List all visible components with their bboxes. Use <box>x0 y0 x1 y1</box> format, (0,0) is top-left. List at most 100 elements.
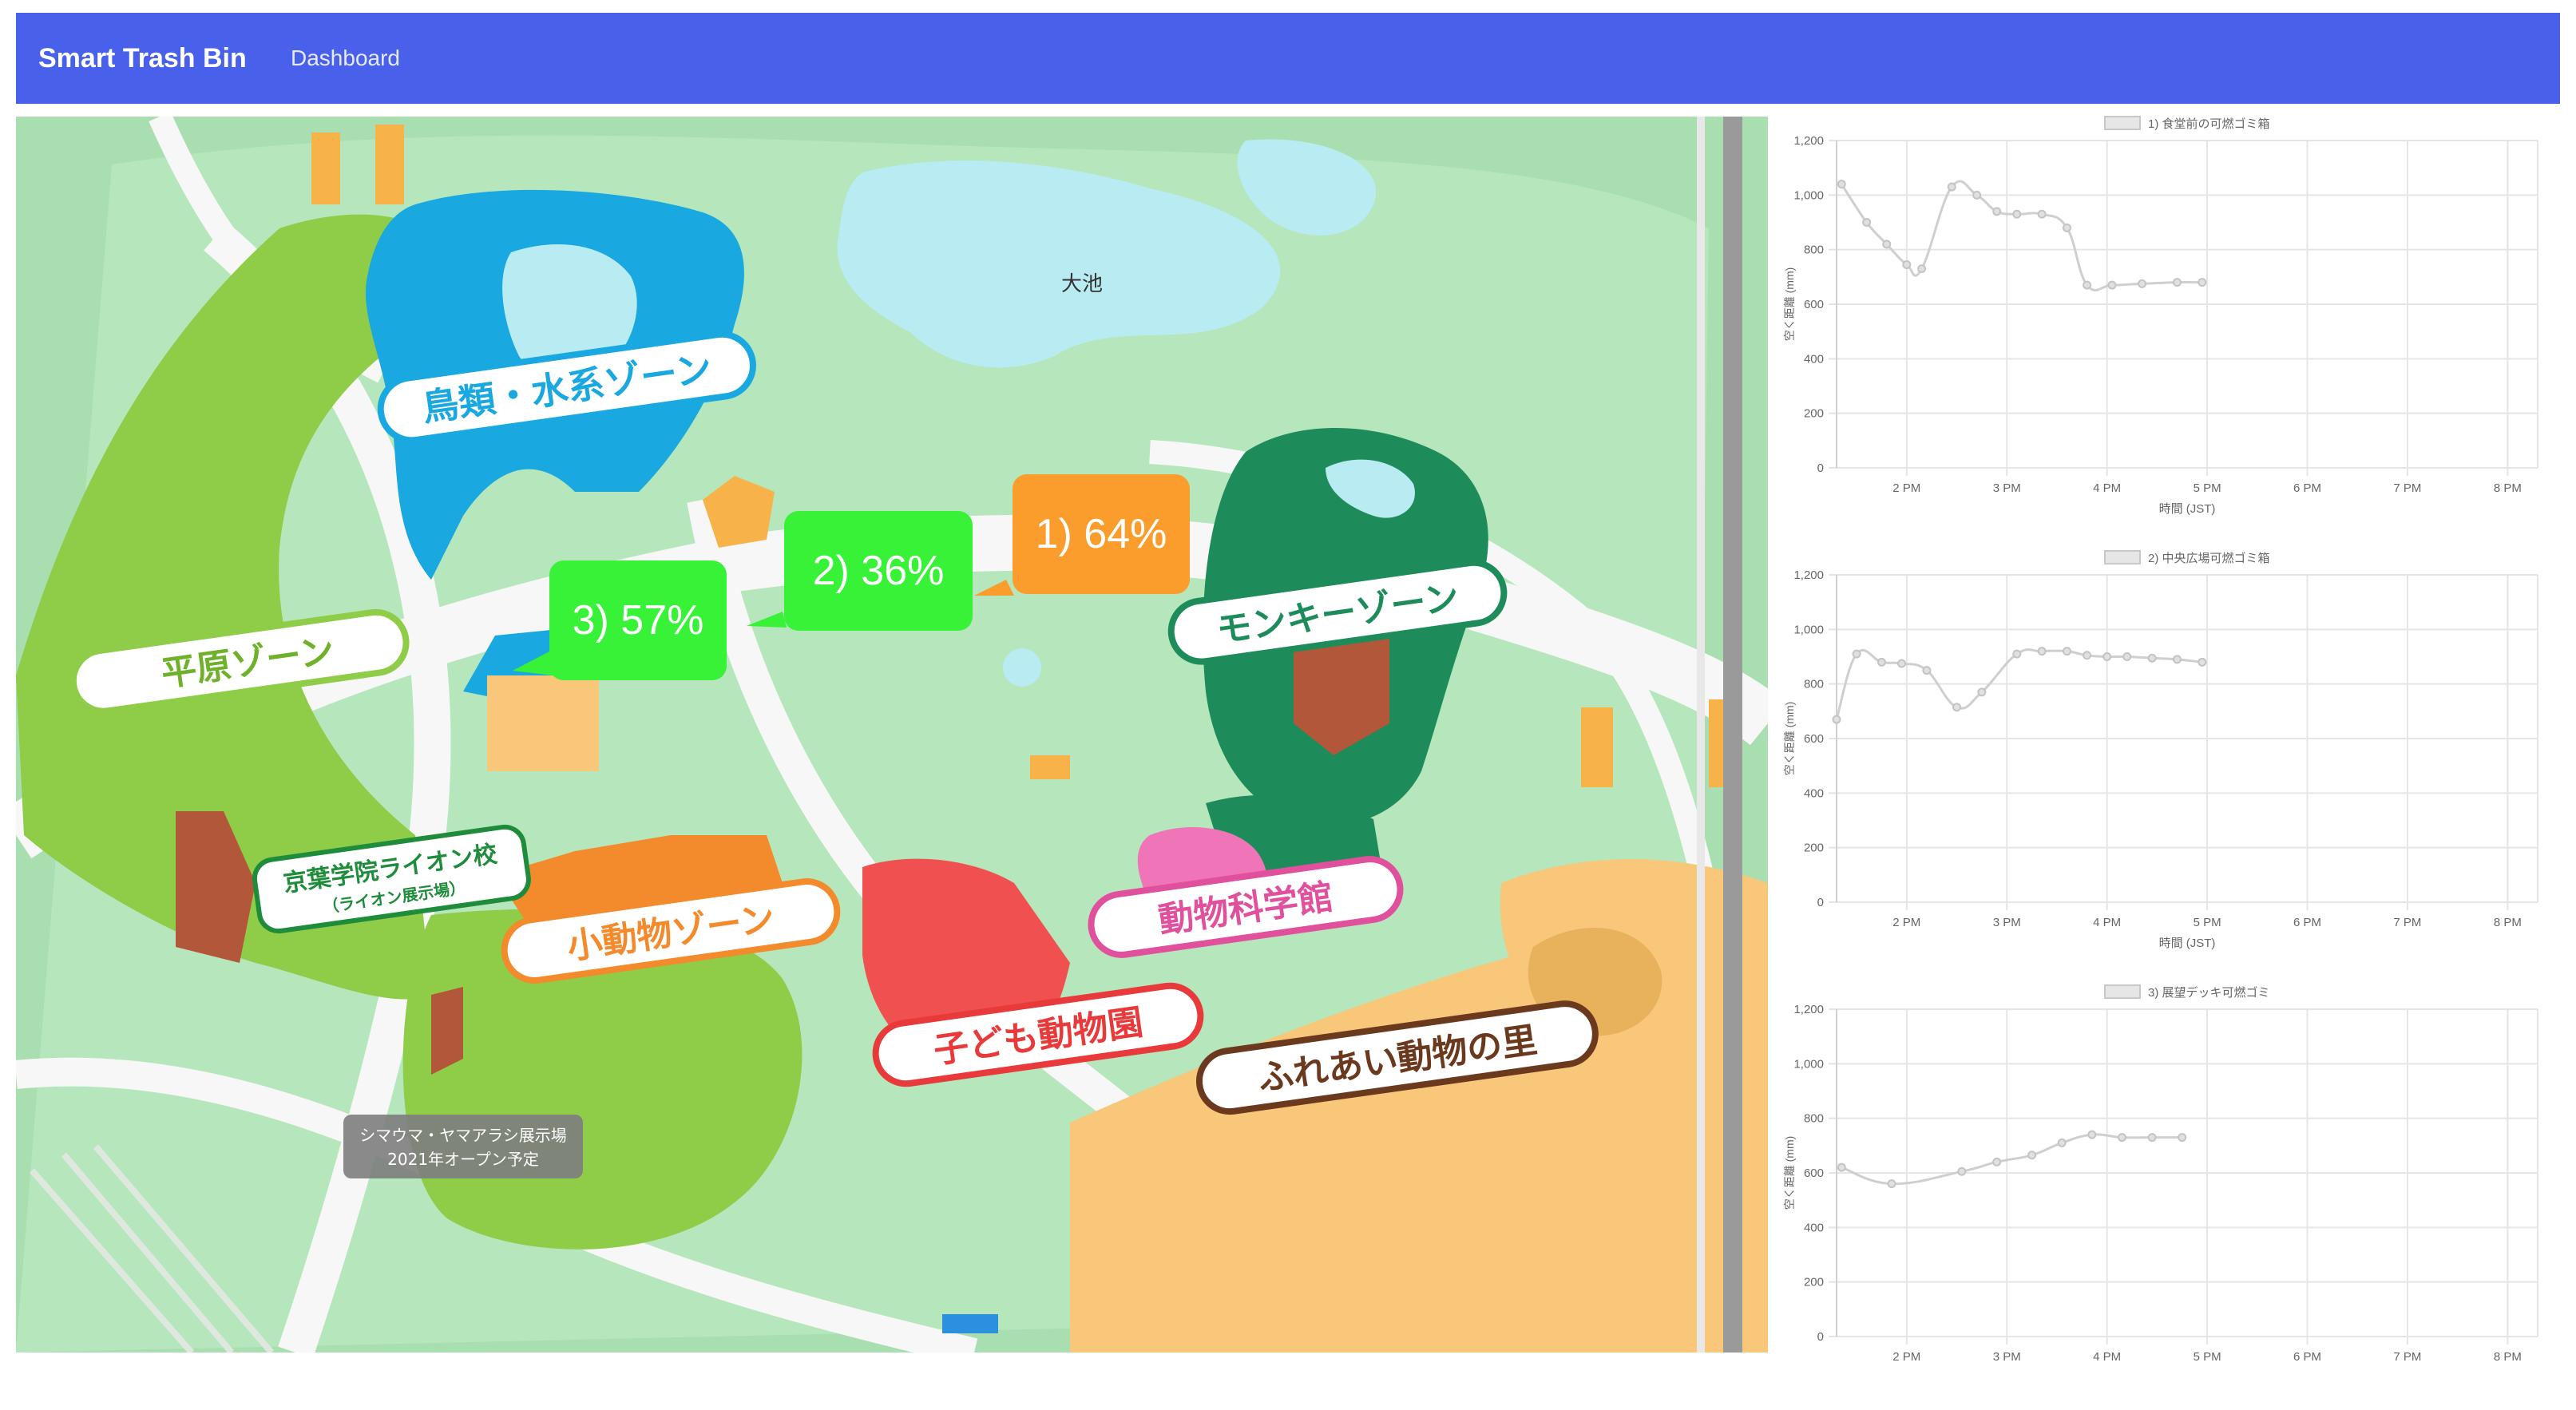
legend-label[interactable]: 3) 展望デッキ可燃ゴミ <box>2148 985 2270 1000</box>
chart-panel-2: 2) 中央広場可燃ゴミ箱 0 200 400 600 800 1,000 1,200 2 PM 3… <box>1770 545 2560 976</box>
y-tick-label: 400 <box>1804 786 1824 800</box>
data-point[interactable] <box>2083 651 2092 660</box>
x-axis-title: 時間 (JST) <box>2159 502 2216 516</box>
data-point[interactable] <box>2037 647 2047 656</box>
y-tick-label: 1,200 <box>1793 1003 1824 1016</box>
data-point[interactable] <box>2172 278 2182 287</box>
y-tick-label: 200 <box>1804 1276 1824 1289</box>
data-point[interactable] <box>1852 649 1861 659</box>
data-point[interactable] <box>1877 657 1886 667</box>
legend-swatch[interactable] <box>2104 116 2141 130</box>
x-tick-label: 3 PM <box>1993 481 2021 495</box>
y-tick-label: 1,000 <box>1793 188 1824 202</box>
data-point[interactable] <box>1882 240 1892 249</box>
data-point[interactable] <box>1862 218 1872 227</box>
data-point[interactable] <box>2062 647 2071 656</box>
data-point[interactable] <box>2117 1133 2126 1143</box>
data-point[interactable] <box>1977 687 1987 697</box>
x-tick-label: 7 PM <box>2393 916 2421 929</box>
data-point[interactable] <box>2198 657 2207 667</box>
charts-column: 1) 食堂前の可燃ゴミ箱 0 200 400 600 800 1,000 1,200 2 PM 3… <box>1770 110 2560 1364</box>
x-tick-label: 2 PM <box>1892 1350 1920 1364</box>
x-tick-label: 6 PM <box>2293 481 2321 495</box>
data-point[interactable] <box>1887 1179 1896 1189</box>
legend-label[interactable]: 1) 食堂前の可燃ゴミ箱 <box>2148 117 2270 131</box>
series-line <box>1841 1133 2182 1186</box>
data-point[interactable] <box>2083 280 2092 290</box>
data-point[interactable] <box>2172 655 2182 664</box>
data-point[interactable] <box>2087 1130 2097 1139</box>
line-chart-2: 2) 中央広場可燃ゴミ箱 0 200 400 600 800 1,000 1,200 2 PM 3… <box>1783 550 2538 950</box>
data-point[interactable] <box>2122 652 2132 661</box>
y-tick-label: 400 <box>1804 1221 1824 1234</box>
nav-dashboard-link[interactable]: Dashboard <box>291 13 400 104</box>
data-point[interactable] <box>1897 659 1907 668</box>
data-point[interactable] <box>2198 278 2207 287</box>
x-tick-label: 5 PM <box>2194 1350 2221 1364</box>
data-point[interactable] <box>2147 653 2157 663</box>
x-tick-label: 2 PM <box>1892 481 1920 495</box>
data-point[interactable] <box>1947 182 1956 192</box>
data-point[interactable] <box>1992 207 2002 216</box>
x-tick-label: 5 PM <box>2194 916 2221 929</box>
data-point[interactable] <box>1837 1162 1846 1172</box>
data-point[interactable] <box>2107 280 2117 290</box>
y-tick-label: 1,200 <box>1793 568 1824 582</box>
zoo-map: 大池 鳥類・水系ゾーン 平原ゾーン モンキーゾーン 京葉学院ライオン校 （ライオ… <box>16 117 1768 1353</box>
x-tick-label: 3 PM <box>1993 1350 2021 1364</box>
navbar: Smart Trash Bin Dashboard <box>16 13 2560 104</box>
data-point[interactable] <box>2027 1151 2037 1160</box>
line-chart-3: 3) 展望デッキ可燃ゴミ 0 200 400 600 800 1,000 1,200 2 PM 3… <box>1783 984 2538 1364</box>
legend-swatch[interactable] <box>2104 550 2141 564</box>
y-tick-label: 0 <box>1817 461 1824 475</box>
x-tick-label: 4 PM <box>2093 1350 2121 1364</box>
pond-label: 大池 <box>1061 272 1103 296</box>
data-point[interactable] <box>1832 715 1841 724</box>
brand-title[interactable]: Smart Trash Bin <box>38 13 247 104</box>
data-point[interactable] <box>1972 190 1982 200</box>
y-tick-label: 800 <box>1804 1112 1824 1126</box>
y-tick-label: 0 <box>1817 1330 1824 1344</box>
legend-label[interactable]: 2) 中央広場可燃ゴミ箱 <box>2148 551 2270 565</box>
y-tick-label: 1,200 <box>1793 134 1824 148</box>
y-tick-label: 800 <box>1804 244 1824 257</box>
x-tick-label: 6 PM <box>2293 916 2321 929</box>
y-axis-title: 空く距離 (mm) <box>1783 267 1796 342</box>
data-point[interactable] <box>1902 259 1912 269</box>
data-point[interactable] <box>2138 279 2147 288</box>
y-tick-label: 400 <box>1804 352 1824 366</box>
data-point[interactable] <box>1957 1166 1967 1176</box>
data-point[interactable] <box>1952 703 1962 712</box>
data-point[interactable] <box>1917 264 1927 274</box>
data-point[interactable] <box>1922 666 1932 675</box>
chart-panel-3: 3) 展望デッキ可燃ゴミ 0 200 400 600 800 1,000 1,200 2 PM 3… <box>1770 979 2560 1410</box>
data-point[interactable] <box>2012 649 2022 659</box>
data-point[interactable] <box>2062 223 2071 232</box>
data-point[interactable] <box>2012 209 2022 219</box>
notice-line2: 2021年オープン予定 <box>387 1150 539 1169</box>
data-point[interactable] <box>1837 180 1846 189</box>
y-tick-label: 600 <box>1804 732 1824 746</box>
data-point[interactable] <box>2178 1133 2187 1143</box>
data-point[interactable] <box>2037 209 2047 219</box>
y-axis-title: 空く距離 (mm) <box>1783 1136 1796 1210</box>
y-tick-label: 600 <box>1804 1166 1824 1180</box>
y-tick-label: 1,000 <box>1793 1057 1824 1071</box>
line-chart-1: 1) 食堂前の可燃ゴミ箱 0 200 400 600 800 1,000 1,200 2 PM 3… <box>1783 116 2538 516</box>
data-point[interactable] <box>2102 652 2112 661</box>
data-point[interactable] <box>2147 1133 2157 1143</box>
callout-2-label: 2) 36% <box>813 548 945 594</box>
data-point[interactable] <box>1992 1157 2002 1166</box>
legend-swatch[interactable] <box>2104 984 2141 999</box>
x-tick-label: 7 PM <box>2393 481 2421 495</box>
notice-line1: シマウマ・ヤマアラシ展示場 <box>359 1126 567 1145</box>
x-tick-label: 7 PM <box>2393 1350 2421 1364</box>
chart-panel-1: 1) 食堂前の可燃ゴミ箱 0 200 400 600 800 1,000 1,200 2 PM 3… <box>1770 110 2560 541</box>
y-tick-label: 0 <box>1817 896 1824 909</box>
y-tick-label: 800 <box>1804 678 1824 691</box>
data-point[interactable] <box>2057 1138 2067 1147</box>
y-tick-label: 200 <box>1804 407 1824 421</box>
x-tick-label: 6 PM <box>2293 1350 2321 1364</box>
x-tick-label: 8 PM <box>2494 916 2522 929</box>
x-tick-label: 8 PM <box>2494 481 2522 495</box>
